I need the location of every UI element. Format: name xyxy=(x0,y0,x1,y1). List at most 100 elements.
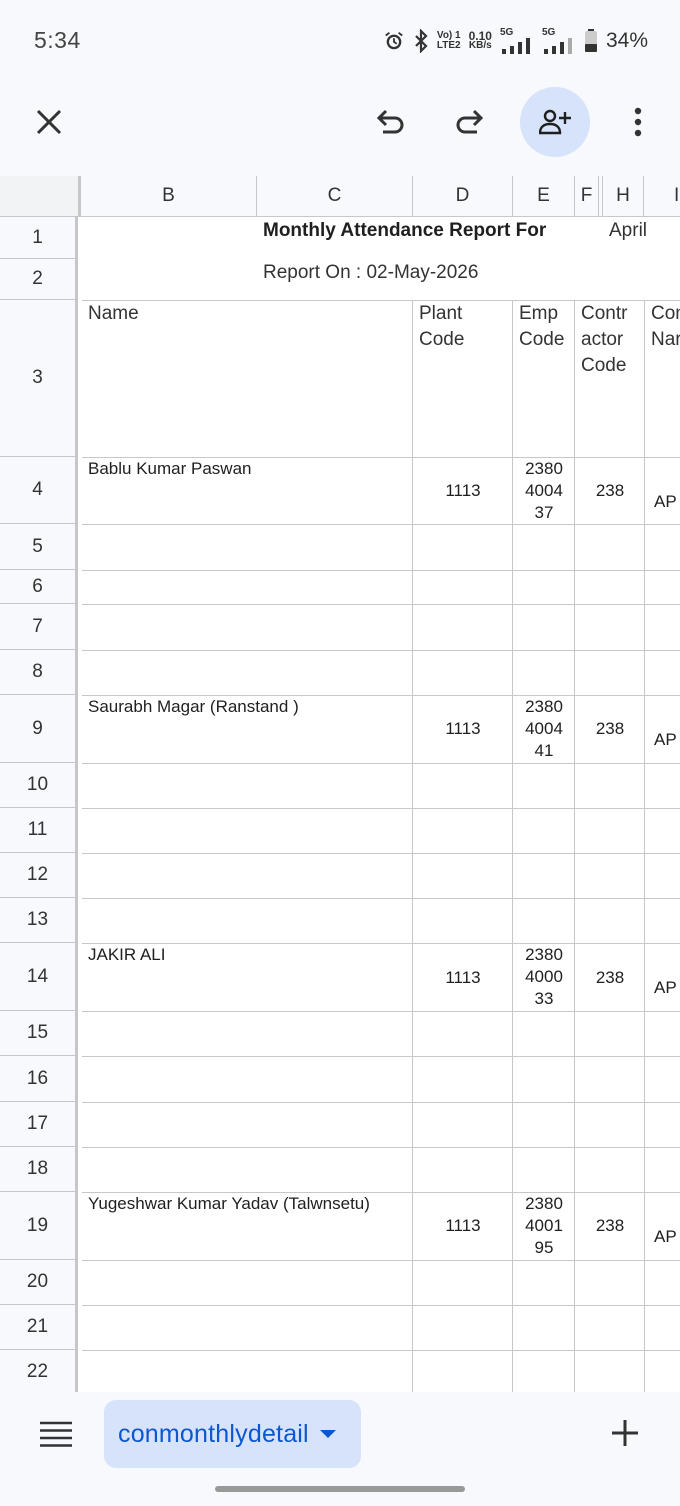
all-sheets-button[interactable] xyxy=(28,1412,84,1456)
employee-name: Yugeshwar Kumar Yadav (Talwnsetu) xyxy=(88,1194,370,1213)
report-date: Report On : 02-May-2026 xyxy=(263,262,479,283)
grid-line xyxy=(82,1305,680,1306)
undo-icon xyxy=(376,109,404,134)
close-button[interactable] xyxy=(14,87,84,157)
grid-line xyxy=(82,1260,680,1261)
grid-line xyxy=(82,1056,680,1057)
employee-emp-code: 2380 4000 33 xyxy=(525,945,563,1008)
employee-contractor-name: AP xyxy=(654,978,677,997)
employee-plant: 1113 xyxy=(445,968,481,987)
row-header-7[interactable]: 7 xyxy=(0,604,78,650)
grid-line xyxy=(82,763,680,764)
grid-line xyxy=(82,695,680,696)
grid-line xyxy=(82,1147,680,1148)
header-plant-code: Plant Code xyxy=(419,303,465,350)
row-header-20[interactable]: 20 xyxy=(0,1260,78,1305)
grid-line xyxy=(82,808,680,809)
signal-bars-icon xyxy=(501,38,530,54)
row-header-18[interactable]: 18 xyxy=(0,1147,78,1192)
employee-plant: 1113 xyxy=(445,1216,481,1235)
column-header-c[interactable]: C xyxy=(257,176,413,216)
employee-contractor: 238 xyxy=(595,968,625,987)
column-header-i[interactable]: I xyxy=(644,176,680,216)
row-header-9[interactable]: 9 xyxy=(0,695,78,763)
sheet-tab-label: conmonthlydetail xyxy=(118,1419,309,1448)
report-month: April xyxy=(609,220,648,241)
signal-bars-icon xyxy=(543,38,572,54)
header-contractor-code: Contr actor Code xyxy=(581,303,628,376)
bluetooth-icon xyxy=(415,29,428,53)
employee-plant: 1113 xyxy=(445,481,481,500)
chevron-down-icon[interactable] xyxy=(319,1429,337,1439)
add-person-icon xyxy=(539,109,571,135)
add-sheet-button[interactable] xyxy=(598,1406,652,1460)
spreadsheet-grid[interactable]: B C D E F H I 1 2 3 4 5 6 7 8 9 10 11 12… xyxy=(0,176,680,1392)
row-header-22[interactable]: 22 xyxy=(0,1350,78,1392)
row-header-1[interactable]: 1 xyxy=(0,217,78,259)
signal-2: 5G xyxy=(542,28,576,54)
row-header-2[interactable]: 2 xyxy=(0,259,78,300)
grid-line xyxy=(82,650,680,651)
speed-unit: KB/s xyxy=(468,40,492,51)
toolbar xyxy=(0,84,680,176)
grid-line xyxy=(82,853,680,854)
employee-emp-code: 2380 4004 41 xyxy=(525,697,563,760)
employee-name: JAKIR ALI xyxy=(88,945,166,964)
employee-contractor: 238 xyxy=(595,1216,625,1235)
employee-name: Saurabh Magar (Ranstand ) xyxy=(88,697,299,716)
row-header-3[interactable]: 3 xyxy=(0,300,78,457)
share-button[interactable] xyxy=(520,87,590,157)
employee-contractor: 238 xyxy=(595,481,625,500)
home-indicator[interactable] xyxy=(215,1486,465,1492)
battery-percent: 34% xyxy=(605,29,648,52)
row-header-6[interactable]: 6 xyxy=(0,570,78,604)
sheet-tab-bar: conmonthlydetail xyxy=(0,1392,680,1506)
row-header-13[interactable]: 13 xyxy=(0,898,78,943)
row-header-15[interactable]: 15 xyxy=(0,1011,78,1056)
employee-emp-code: 2380 4004 37 xyxy=(525,459,563,522)
grid-line xyxy=(82,457,680,458)
employee-contractor-name: AP xyxy=(654,492,677,511)
row-header-16[interactable]: 16 xyxy=(0,1056,78,1102)
sheets-list-icon xyxy=(40,1421,72,1447)
row-header-5[interactable]: 5 xyxy=(0,524,78,570)
grid-line xyxy=(82,943,680,944)
sheet-tab-conmonthlydetail[interactable]: conmonthlydetail xyxy=(104,1400,361,1468)
employee-contractor-name: AP xyxy=(654,730,677,749)
grid-line xyxy=(82,1011,680,1012)
grid-line xyxy=(82,604,680,605)
grid-line xyxy=(82,570,680,571)
row-header-21[interactable]: 21 xyxy=(0,1305,78,1350)
column-header-e[interactable]: E xyxy=(513,176,575,216)
row-header-14[interactable]: 14 xyxy=(0,943,78,1011)
column-header-d[interactable]: D xyxy=(413,176,513,216)
employee-emp-code: 2380 4001 95 xyxy=(525,1194,563,1257)
column-header-h[interactable]: H xyxy=(602,176,644,216)
row-header-19[interactable]: 19 xyxy=(0,1192,78,1260)
column-header-f[interactable]: F xyxy=(575,176,599,216)
row-header-10[interactable]: 10 xyxy=(0,763,78,808)
more-options-button[interactable] xyxy=(603,87,673,157)
column-header-b[interactable]: B xyxy=(81,176,257,216)
redo-icon xyxy=(456,109,484,134)
report-title: Monthly Attendance Report For xyxy=(263,220,547,241)
volte-label-2: LTE2 xyxy=(436,40,461,51)
add-sheet-icon xyxy=(612,1420,638,1446)
status-time: 5:34 xyxy=(34,27,81,53)
close-icon xyxy=(36,109,62,135)
row-header-17[interactable]: 17 xyxy=(0,1102,78,1147)
grid-line xyxy=(82,524,680,525)
redo-button[interactable] xyxy=(436,87,506,157)
select-all-corner[interactable] xyxy=(0,176,81,216)
row-header-12[interactable]: 12 xyxy=(0,853,78,898)
header-contractor-name: Con Nar xyxy=(651,303,680,350)
employee-contractor: 238 xyxy=(595,719,625,738)
grid-line xyxy=(82,1192,680,1193)
row-header-4[interactable]: 4 xyxy=(0,457,78,524)
header-name: Name xyxy=(88,303,139,324)
undo-button[interactable] xyxy=(354,87,424,157)
row-header-11[interactable]: 11 xyxy=(0,808,78,853)
row-header-8[interactable]: 8 xyxy=(0,650,78,695)
volte-indicator: Vo) 1 LTE2 xyxy=(437,31,461,51)
grid-line xyxy=(82,1102,680,1103)
